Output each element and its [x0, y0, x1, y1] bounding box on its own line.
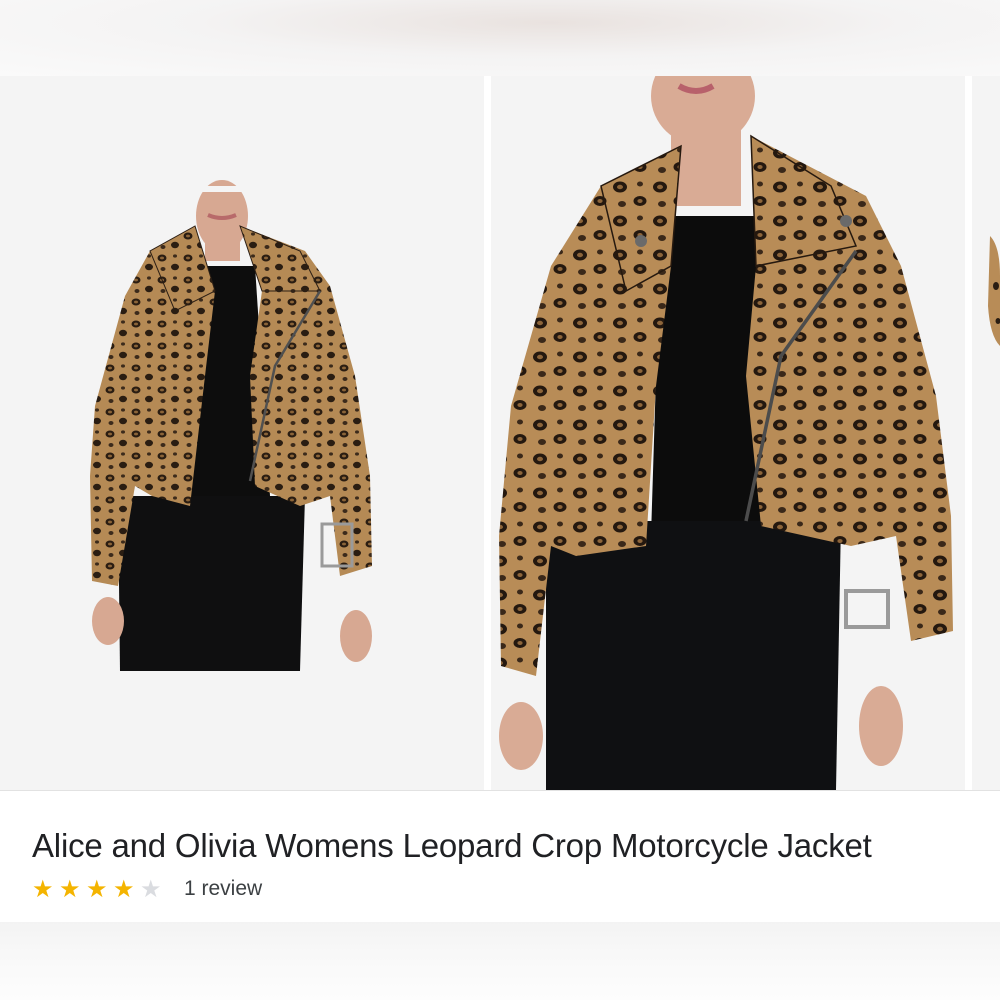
- image-carousel[interactable]: [0, 76, 1000, 790]
- star-filled-icon: ★: [59, 875, 81, 903]
- star-filled-icon: ★: [86, 875, 108, 903]
- jacket-photo-front-icon: [0, 76, 484, 790]
- jacket-photo-partial-icon: [972, 76, 1000, 790]
- product-image-1[interactable]: [0, 76, 484, 790]
- star-filled-icon: ★: [113, 875, 135, 903]
- product-result-page: Alice and Olivia Womens Leopard Crop Mot…: [0, 0, 1000, 1000]
- star-rating: ★ ★ ★ ★ ★: [32, 877, 167, 901]
- jacket-photo-closeup-icon: [491, 76, 965, 790]
- product-title[interactable]: Alice and Olivia Womens Leopard Crop Mot…: [32, 827, 872, 865]
- product-image-3[interactable]: [972, 76, 1000, 790]
- star-empty-icon: ★: [140, 875, 162, 903]
- bottom-blur-banner: [0, 922, 1000, 1000]
- review-count[interactable]: 1 review: [184, 877, 262, 901]
- rating-row[interactable]: ★ ★ ★ ★ ★ 1 review: [32, 875, 262, 903]
- product-image-2[interactable]: [491, 76, 965, 790]
- product-info-card[interactable]: Alice and Olivia Womens Leopard Crop Mot…: [0, 790, 1000, 923]
- top-blur-banner: [0, 0, 1000, 76]
- star-filled-icon: ★: [32, 875, 54, 903]
